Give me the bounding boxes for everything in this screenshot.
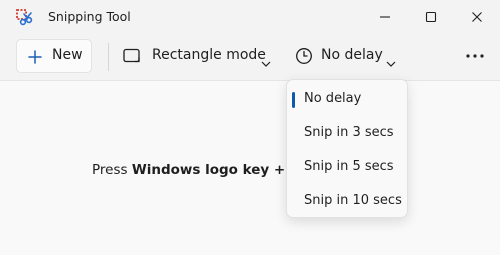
delay-dropdown[interactable]: No delay (288, 39, 404, 73)
toolbar-divider (108, 43, 109, 71)
menu-item-no-delay[interactable]: No delay (291, 84, 403, 114)
more-options-button[interactable] (458, 39, 492, 73)
snipping-tool-icon (15, 8, 35, 28)
menu-item-snip-5-secs[interactable]: Snip in 5 secs (291, 152, 403, 182)
content-area: Press Windows logo key + Shif (0, 80, 500, 255)
app-title: Snipping Tool (48, 9, 131, 24)
rectangle-mode-icon (123, 48, 141, 68)
menu-item-snip-10-secs[interactable]: Snip in 10 secs (291, 186, 403, 216)
menu-item-label: Snip in 5 secs (304, 159, 394, 174)
snip-mode-dropdown[interactable]: Rectangle mode (116, 39, 278, 73)
menu-item-label: Snip in 10 secs (304, 193, 402, 208)
selected-indicator (292, 92, 295, 108)
menu-item-snip-3-secs[interactable]: Snip in 3 secs (291, 118, 403, 148)
new-button[interactable]: New (16, 39, 92, 73)
new-button-label: New (52, 47, 83, 63)
delay-label: No delay (321, 47, 383, 63)
maximize-button[interactable] (408, 0, 454, 34)
chevron-down-icon (261, 52, 271, 71)
hint-prefix: Press (92, 162, 132, 178)
toolbar: New Rectangle mode No delay (0, 34, 500, 80)
delay-menu: No delay Snip in 3 secs Snip in 5 secs S… (286, 79, 408, 218)
clock-icon (295, 47, 313, 69)
title-bar: Snipping Tool (0, 0, 500, 34)
more-horizontal-icon (466, 54, 484, 58)
maximize-icon (425, 11, 437, 23)
close-icon (472, 12, 482, 22)
snip-mode-label: Rectangle mode (152, 47, 266, 63)
plus-icon (28, 49, 42, 68)
menu-item-label: No delay (304, 91, 362, 106)
menu-item-label: Snip in 3 secs (304, 125, 394, 140)
chevron-down-icon (386, 52, 396, 71)
minimize-button[interactable] (362, 0, 408, 34)
minimize-icon (380, 16, 390, 18)
snipping-tool-window: Snipping Tool New Rectangle mode No dela… (0, 0, 500, 255)
close-button[interactable] (454, 0, 500, 34)
